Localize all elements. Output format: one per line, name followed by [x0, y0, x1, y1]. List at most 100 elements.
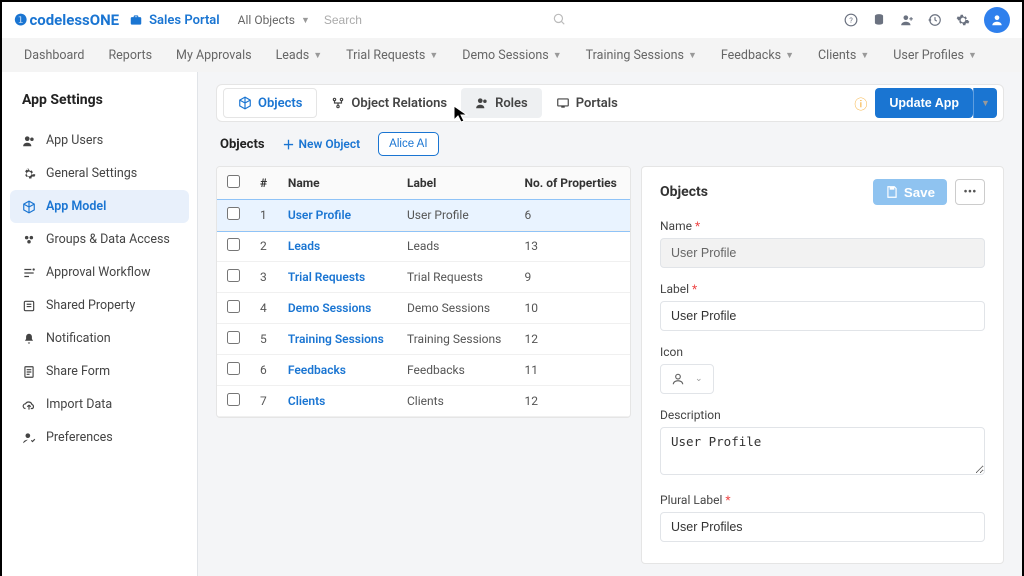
caret-down-icon: ▼: [553, 50, 562, 61]
nav-item-dashboard[interactable]: Dashboard: [24, 48, 84, 63]
row-index: 6: [250, 355, 278, 386]
all-objects-dropdown[interactable]: All Objects ▼: [238, 13, 310, 27]
row-name-link[interactable]: User Profile: [278, 200, 397, 231]
sidebar-item-preferences[interactable]: Preferences: [2, 421, 197, 454]
nav-item-my-approvals[interactable]: My Approvals: [176, 48, 252, 63]
info-icon[interactable]: ⓘ: [854, 94, 867, 113]
sidebar-item-app-users[interactable]: App Users: [2, 124, 197, 157]
row-checkbox[interactable]: [227, 300, 240, 313]
navbar: DashboardReportsMy ApprovalsLeads▼Trial …: [2, 38, 1022, 72]
person-icon: [671, 372, 685, 386]
cloud-up-icon: [22, 398, 36, 412]
table-row[interactable]: 6 Feedbacks Feedbacks 11: [217, 355, 630, 386]
sidebar-item-general-settings[interactable]: General Settings: [2, 157, 197, 190]
search-input[interactable]: [320, 8, 570, 32]
name-input[interactable]: [660, 238, 985, 268]
row-name-link[interactable]: Demo Sessions: [278, 293, 397, 324]
logo: ❶ codelessONE: [14, 11, 119, 29]
sidebar-title: App Settings: [2, 72, 197, 124]
table-row[interactable]: 4 Demo Sessions Demo Sessions 10: [217, 293, 630, 324]
row-name-link[interactable]: Leads: [278, 231, 397, 262]
settings-icon[interactable]: [956, 13, 970, 27]
icon-selector[interactable]: ⌄: [660, 364, 714, 394]
user-add-icon[interactable]: [900, 13, 914, 27]
plural-label-label: Plural Label: [660, 493, 985, 507]
sidebar-item-approval-workflow[interactable]: Approval Workflow: [2, 256, 197, 289]
row-checkbox[interactable]: [227, 393, 240, 406]
table-row[interactable]: 2 Leads Leads 13: [217, 231, 630, 262]
row-checkbox[interactable]: [227, 207, 240, 220]
sidebar-item-label: Notification: [46, 331, 111, 346]
tab-object-relations[interactable]: Object Relations: [317, 88, 461, 118]
caret-down-icon: ▼: [688, 50, 697, 61]
row-name-link[interactable]: Trial Requests: [278, 262, 397, 293]
save-button[interactable]: Save: [873, 179, 947, 205]
alice-ai-button[interactable]: Alice AI: [378, 132, 438, 156]
nav-item-user-profiles[interactable]: User Profiles▼: [893, 48, 977, 63]
topbar-actions: ?: [844, 7, 1010, 33]
row-checkbox[interactable]: [227, 362, 240, 375]
portal-icon: [556, 96, 570, 110]
nav-item-demo-sessions[interactable]: Demo Sessions▼: [462, 48, 561, 63]
nav-item-clients[interactable]: Clients▼: [818, 48, 869, 63]
caret-down-icon: ▼: [301, 15, 310, 26]
nav-label: Feedbacks: [721, 48, 781, 63]
description-input[interactable]: User Profile: [660, 427, 985, 475]
help-icon[interactable]: ?: [844, 13, 858, 27]
nav-item-reports[interactable]: Reports: [108, 48, 152, 63]
update-app-split[interactable]: ▼: [973, 88, 997, 118]
tab-objects[interactable]: Objects: [223, 88, 317, 118]
save-icon: [885, 185, 899, 199]
select-all-checkbox[interactable]: [227, 175, 240, 188]
caret-down-icon: ▼: [968, 50, 977, 61]
plus-icon: ＋: [283, 136, 295, 153]
avatar[interactable]: [984, 7, 1010, 33]
nav-item-trial-requests[interactable]: Trial Requests▼: [346, 48, 438, 63]
tab-label: Objects: [258, 96, 302, 111]
table-row[interactable]: 3 Trial Requests Trial Requests 9: [217, 262, 630, 293]
row-checkbox[interactable]: [227, 269, 240, 282]
nav-label: Reports: [108, 48, 152, 63]
row-checkbox[interactable]: [227, 331, 240, 344]
tab-label: Object Relations: [351, 96, 447, 111]
nav-item-leads[interactable]: Leads▼: [276, 48, 323, 63]
row-checkbox[interactable]: [227, 238, 240, 251]
row-index: 3: [250, 262, 278, 293]
tab-label: Roles: [495, 96, 528, 111]
portal-label: Sales Portal: [149, 13, 220, 28]
caret-down-icon: ▼: [981, 98, 990, 108]
update-app-button[interactable]: Update App: [875, 88, 973, 118]
row-label: Clients: [397, 386, 515, 417]
sidebar-item-import-data[interactable]: Import Data: [2, 388, 197, 421]
cube-icon: [238, 96, 252, 110]
nav-item-training-sessions[interactable]: Training Sessions▼: [586, 48, 697, 63]
svg-text:?: ?: [849, 16, 853, 25]
table-row[interactable]: 1 User Profile User Profile 6: [217, 200, 630, 231]
new-object-button[interactable]: ＋New Object: [283, 136, 361, 153]
row-name-link[interactable]: Training Sessions: [278, 324, 397, 355]
portal-selector[interactable]: Sales Portal: [129, 13, 220, 28]
row-name-link[interactable]: Clients: [278, 386, 397, 417]
table-row[interactable]: 7 Clients Clients 12: [217, 386, 630, 417]
nav-label: Leads: [276, 48, 310, 63]
row-name-link[interactable]: Feedbacks: [278, 355, 397, 386]
tab-portals[interactable]: Portals: [542, 88, 632, 118]
chevron-down-icon: ⌄: [695, 374, 703, 384]
workflow-icon: [22, 266, 36, 280]
tab-roles[interactable]: Roles: [461, 88, 542, 118]
table-row[interactable]: 5 Training Sessions Training Sessions 12: [217, 324, 630, 355]
sidebar-item-share-form[interactable]: Share Form: [2, 355, 197, 388]
logo-text: codelessONE: [29, 11, 119, 29]
icon-field-label: Icon: [660, 345, 985, 359]
sidebar-item-notification[interactable]: Notification: [2, 322, 197, 355]
topbar: ❶ codelessONE Sales Portal All Objects ▼…: [2, 2, 1022, 38]
nav-item-feedbacks[interactable]: Feedbacks▼: [721, 48, 794, 63]
database-icon[interactable]: [872, 13, 886, 27]
label-input[interactable]: [660, 301, 985, 331]
sidebar-item-groups-data-access[interactable]: Groups & Data Access: [2, 223, 197, 256]
history-icon[interactable]: [928, 13, 942, 27]
sidebar-item-shared-property[interactable]: Shared Property: [2, 289, 197, 322]
more-menu-button[interactable]: •••: [955, 179, 985, 205]
sidebar-item-app-model[interactable]: App Model: [10, 190, 189, 223]
plural-label-input[interactable]: [660, 512, 985, 542]
